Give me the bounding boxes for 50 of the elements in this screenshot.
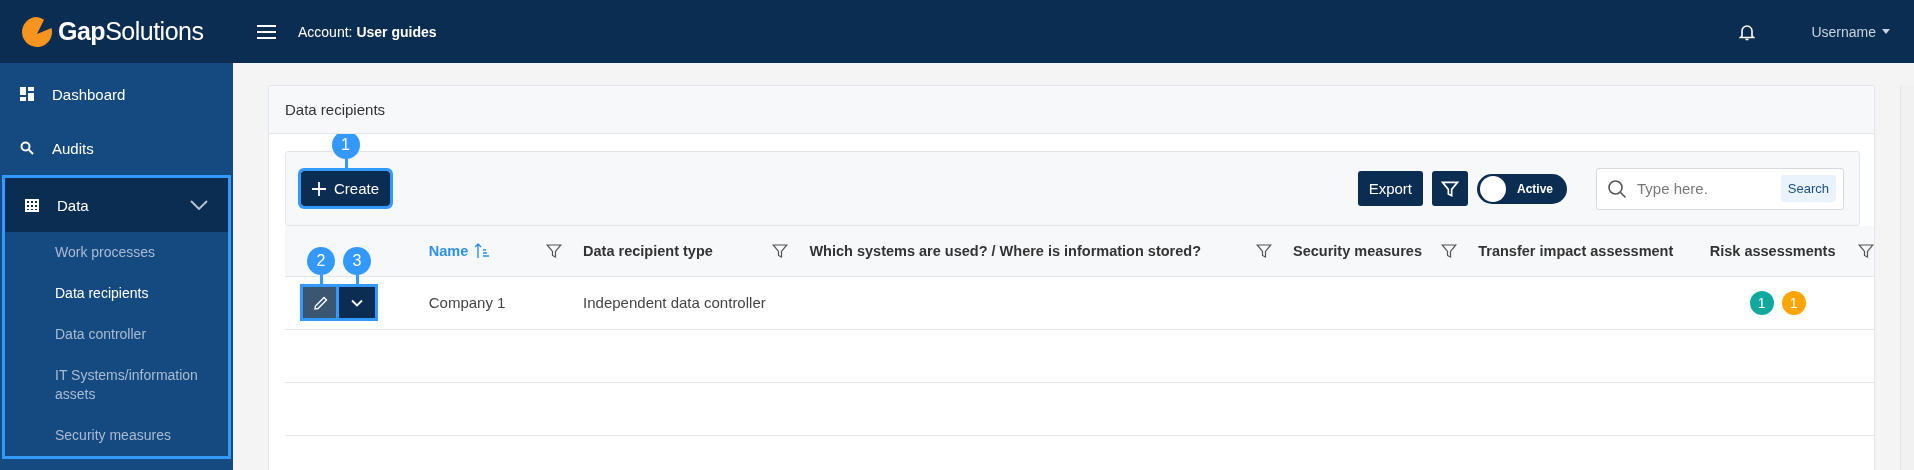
sidebar-label: Dashboard	[52, 85, 127, 103]
search-button[interactable]: Search	[1780, 175, 1836, 202]
caret-icon	[1882, 29, 1890, 34]
active-toggle[interactable]: Active	[1477, 173, 1567, 204]
sidebar-subitem[interactable]: Data controller	[5, 314, 228, 355]
user-menu[interactable]: Username	[1805, 22, 1896, 41]
filter-button[interactable]	[1432, 171, 1468, 206]
search-icon	[20, 141, 34, 155]
sidebar-label: Data	[57, 196, 90, 214]
grid-icon	[25, 198, 39, 212]
filter-icon[interactable]	[545, 241, 564, 260]
sidebar-subitem[interactable]: Work processes	[5, 232, 228, 273]
column-header[interactable]: Which systems are used? / Where is information stored?	[799, 226, 1284, 276]
filter-icon[interactable]	[1440, 241, 1459, 260]
notification-button[interactable]	[1739, 22, 1756, 41]
logo-text: GapSolutions	[58, 17, 204, 46]
create-button[interactable]: Create	[301, 171, 391, 206]
search-field[interactable]: Type here. Search	[1596, 167, 1844, 210]
account-title: Account: User guides	[298, 23, 437, 40]
sidebar-subitem[interactable]: Security measures	[5, 415, 228, 456]
filter-icon[interactable]	[1857, 241, 1874, 260]
sidebar-label: Audits	[52, 139, 95, 157]
annotation-marker: 1	[331, 134, 360, 159]
column-header[interactable]: Security measures	[1283, 226, 1469, 276]
filter-icon[interactable]	[1255, 241, 1274, 260]
logo-icon	[22, 16, 52, 47]
sidebar-item[interactable]: Audits	[0, 121, 233, 175]
column-header[interactable]: Transfer impact assessment	[1468, 226, 1700, 276]
dashboard-icon	[20, 87, 34, 101]
column-header[interactable]: Risk assessments	[1699, 226, 1874, 276]
count-badge: 1	[1749, 290, 1774, 315]
search-icon	[1607, 178, 1627, 199]
pencil-icon	[313, 294, 329, 311]
edit-button[interactable]	[303, 287, 339, 318]
sidebar-item[interactable]: Dashboard	[0, 67, 233, 121]
sidebar-subitem[interactable]: Data recipients	[5, 273, 228, 314]
export-button[interactable]: Export	[1357, 171, 1423, 206]
sidebar-item[interactable]: Data	[5, 178, 228, 232]
chevron-down-icon	[351, 298, 363, 307]
filter-icon[interactable]	[771, 241, 790, 260]
sort-icon	[474, 242, 491, 259]
sidebar-subitem[interactable]: IT Systems/information assets	[5, 355, 228, 415]
panel-title: Data recipients	[269, 86, 1874, 134]
table-cell: Company 1	[418, 276, 574, 329]
count-badge: 1	[1781, 290, 1806, 315]
column-header[interactable]: Data recipient type	[573, 226, 800, 276]
table-cell: Independent data controller	[573, 276, 800, 329]
dropdown-button[interactable]	[339, 287, 375, 318]
plus-icon	[312, 181, 326, 196]
menu-button[interactable]	[257, 24, 276, 39]
